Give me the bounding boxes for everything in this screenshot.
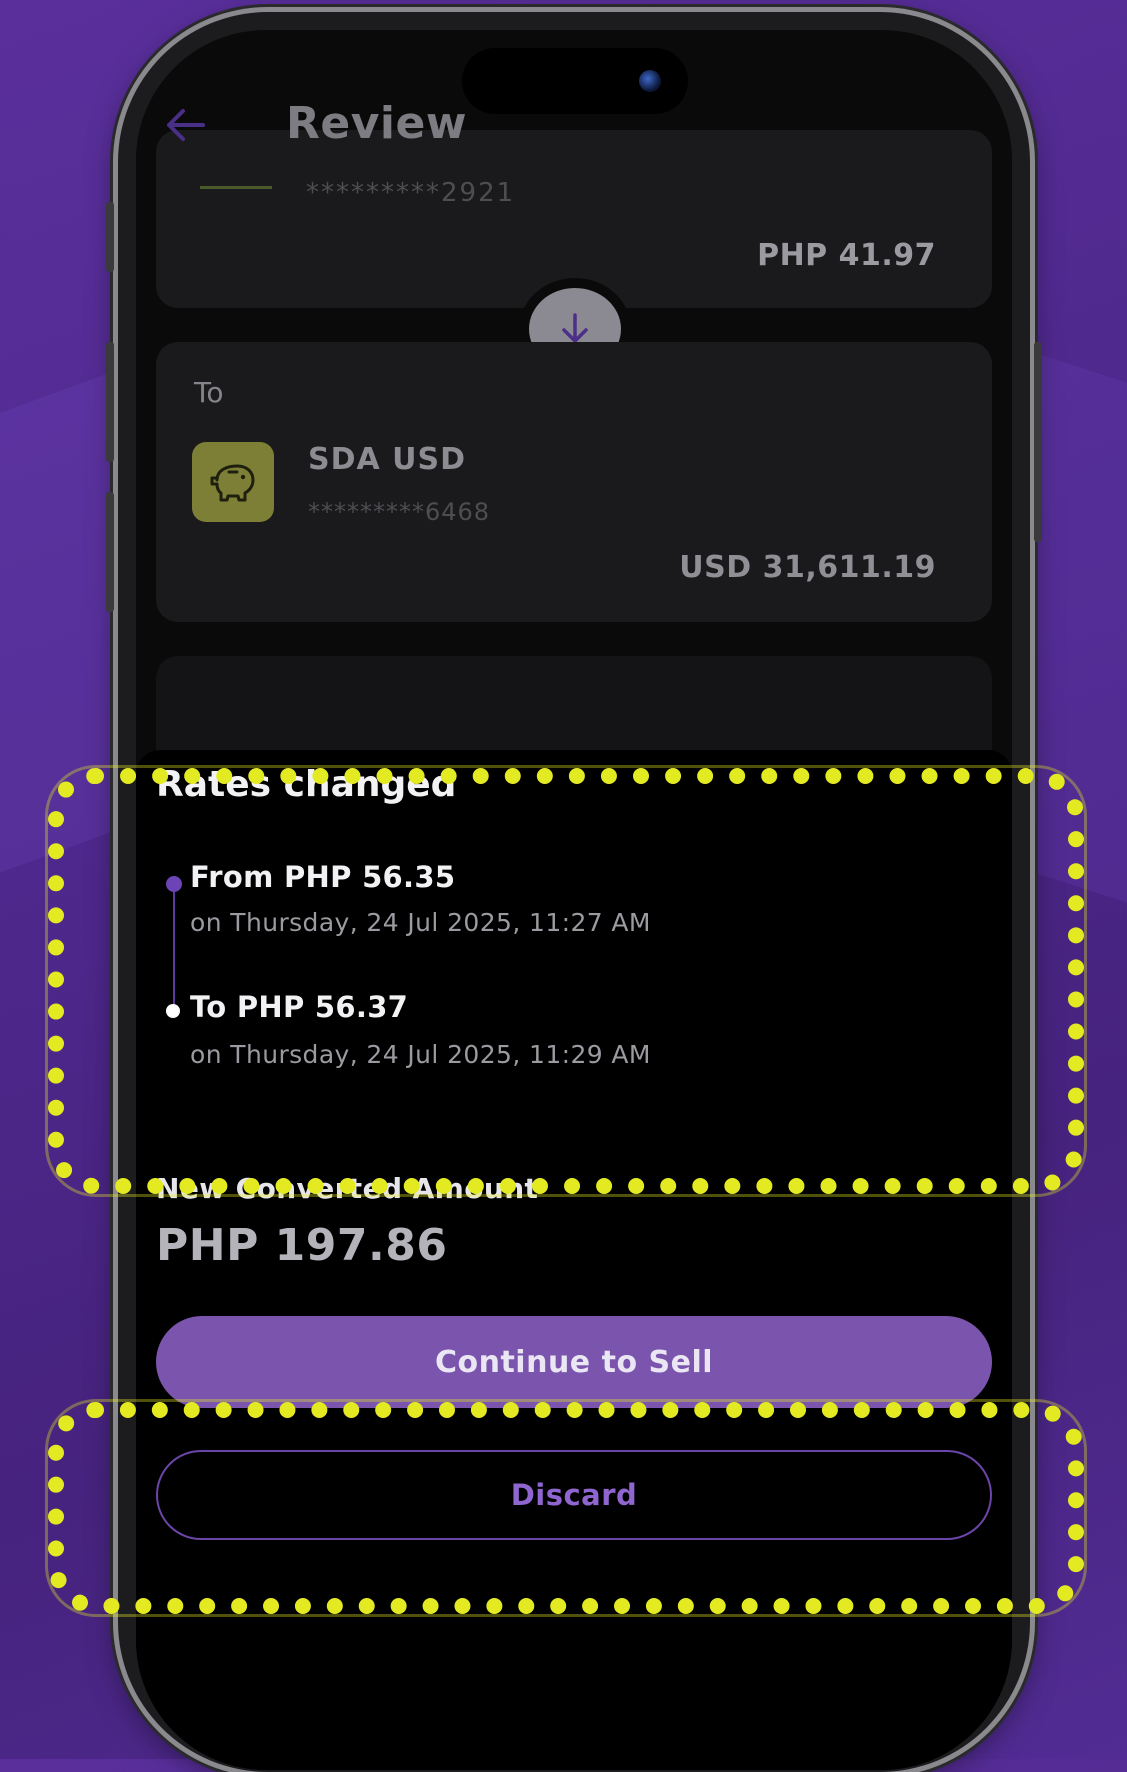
piggy-bank-icon (210, 464, 255, 502)
to-account-balance: USD 31,611.19 (679, 550, 936, 585)
to-account-name: SDA USD (308, 442, 467, 477)
from-account-accent (200, 186, 272, 189)
dynamic-island (462, 48, 688, 114)
page-title: Review (286, 98, 467, 149)
to-account-number: *********6468 (308, 498, 491, 526)
back-button[interactable] (158, 100, 212, 150)
converted-amount-value: PHP 197.86 (156, 1220, 448, 1271)
camera-icon (639, 70, 661, 92)
continue-highlight-annotation (48, 1402, 1084, 1614)
account-icon-tile (192, 442, 274, 522)
continue-to-sell-button[interactable]: Continue to Sell (156, 1316, 992, 1408)
from-account-number: *********2921 (306, 178, 516, 208)
from-account-balance: PHP 41.97 (757, 238, 936, 273)
phone-side-button (106, 202, 114, 272)
rates-highlight-annotation (48, 768, 1084, 1194)
phone-side-button (106, 342, 114, 462)
arrow-left-icon (167, 109, 205, 141)
phone-side-button (1034, 342, 1042, 542)
from-account-card: *********2921 PHP 41.97 (156, 130, 992, 308)
to-account-card: To SDA USD *********6468 USD 31,611.19 (156, 342, 992, 622)
to-label: To (194, 376, 224, 409)
phone-side-button (106, 492, 114, 612)
